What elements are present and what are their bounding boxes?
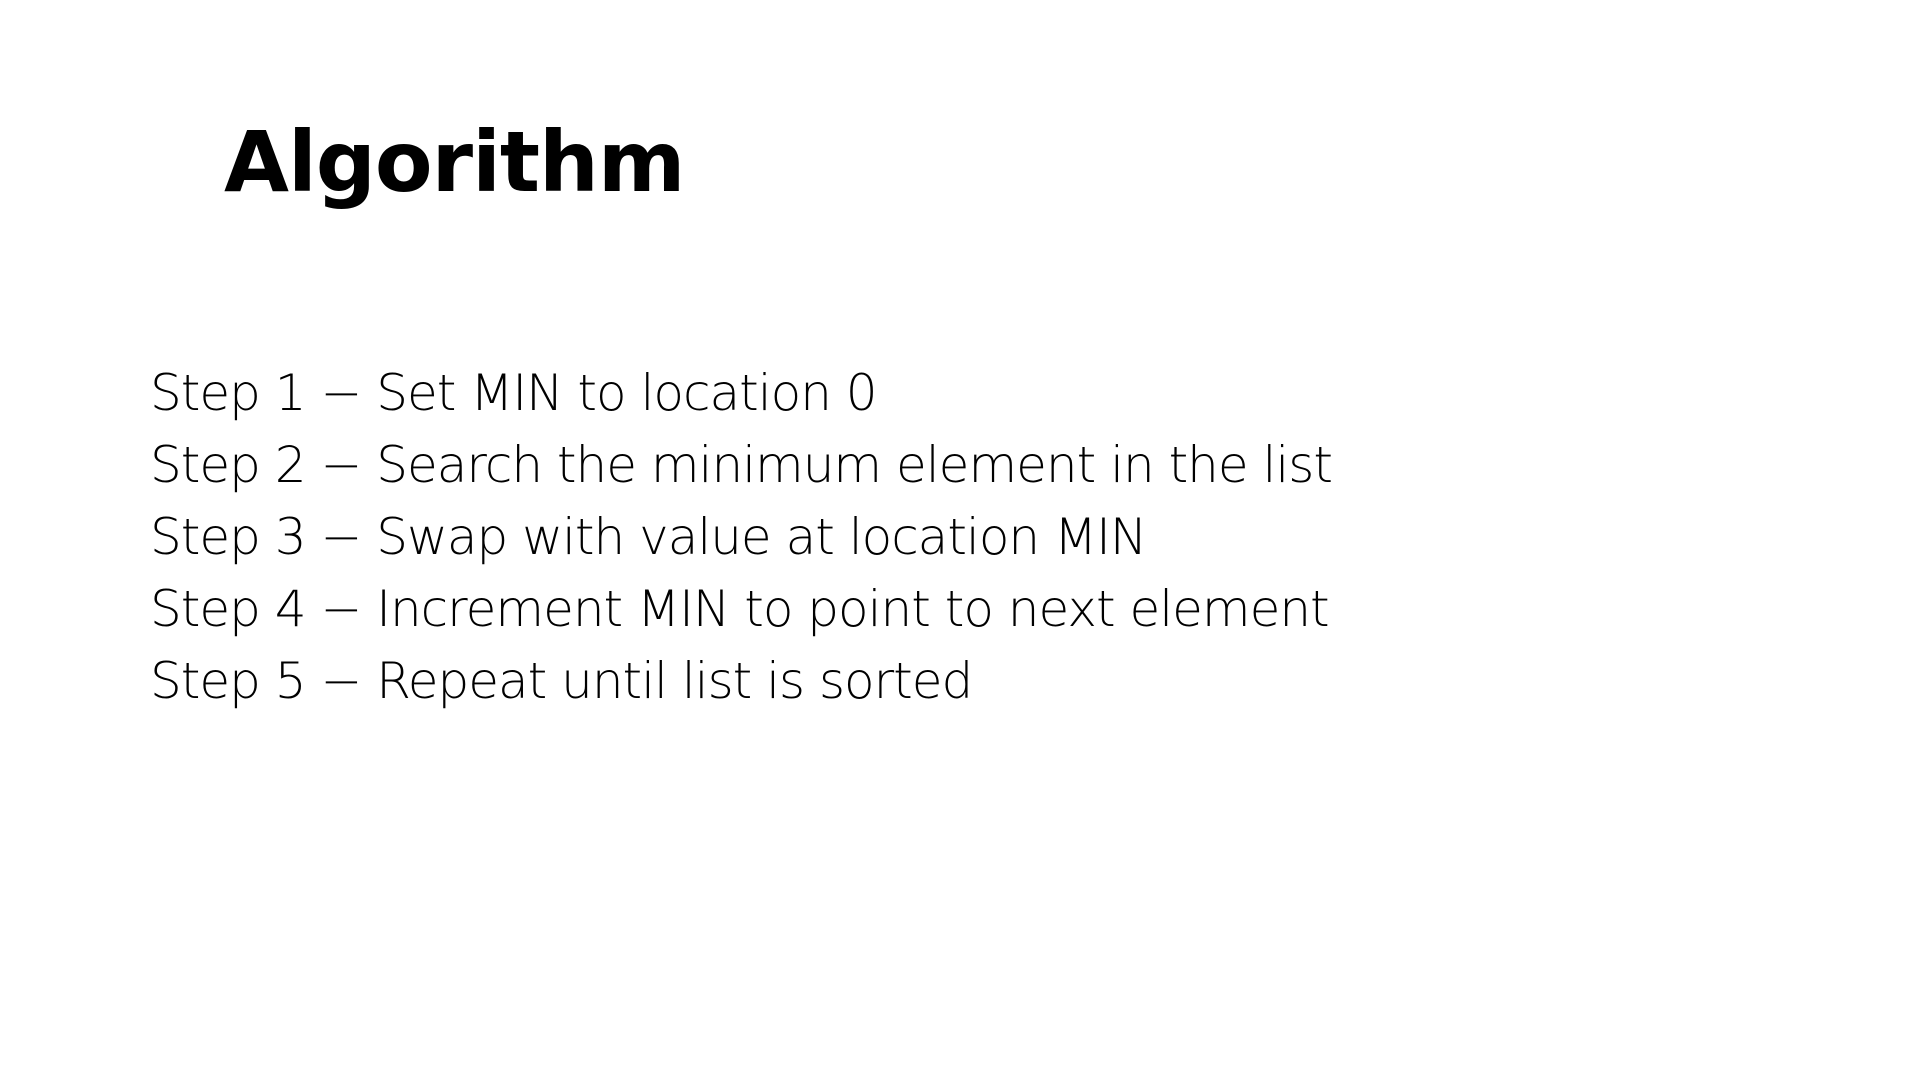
step-item-2: Step 2 − Search the minimum element in t… [150,436,1333,494]
step-list: Step 1 − Set MIN to location 0 Step 2 − … [150,357,1333,717]
step-item-1: Step 1 − Set MIN to location 0 [150,364,878,422]
step-item-3: Step 3 − Swap with value at location MIN [150,508,1147,566]
slide-title: Algorithm [224,113,685,211]
slide: Algorithm Step 1 − Set MIN to location 0… [0,0,1920,1080]
step-item-5: Step 5 − Repeat until list is sorted [150,652,973,710]
step-item-4: Step 4 − Increment MIN to point to next … [150,580,1330,638]
